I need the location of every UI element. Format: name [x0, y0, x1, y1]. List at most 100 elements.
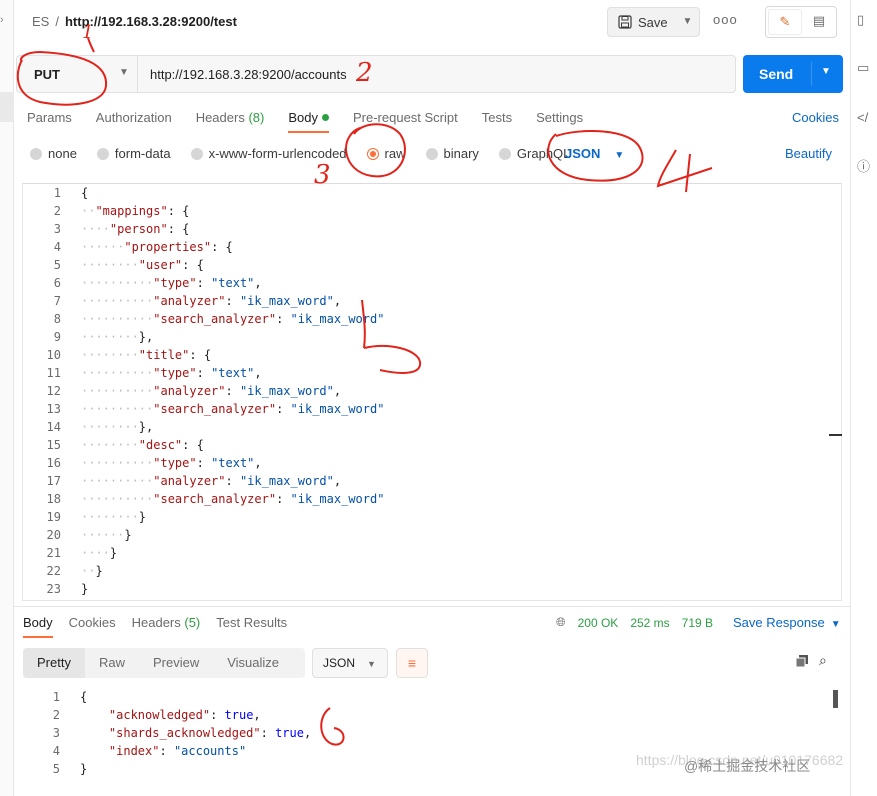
sidebar-selected-item[interactable]: [0, 92, 14, 122]
response-tab-test-results[interactable]: Test Results: [216, 615, 287, 638]
annotation-number-1: 1: [82, 22, 94, 43]
line-number: 23: [46, 582, 61, 596]
editor-scrollbar[interactable]: [829, 434, 842, 436]
response-format-tabs: Pretty Raw Preview Visualize: [23, 648, 305, 678]
collection-name[interactable]: ES: [32, 14, 49, 29]
view-mode-toggle: ✎ ▤: [765, 6, 837, 38]
response-tab-cookies[interactable]: Cookies: [69, 615, 116, 638]
comments-icon[interactable]: ▭: [857, 60, 869, 76]
line-number: 13: [46, 402, 61, 416]
more-options-button[interactable]: ooo: [713, 12, 738, 27]
code-text: ··········"analyzer": "ik_max_word",: [81, 384, 342, 398]
code-text: }: [81, 582, 89, 596]
line-number: 5: [53, 258, 61, 272]
code-text: ··········"type": "text",: [81, 276, 262, 290]
radio-raw[interactable]: raw: [366, 146, 406, 161]
response-size[interactable]: 719 B: [682, 616, 713, 630]
response-tab-headers-count: (5): [184, 615, 201, 630]
code-text: ··········"search_analyzer": "ik_max_wor…: [81, 312, 385, 326]
comment-icon[interactable]: ▤: [804, 9, 834, 35]
code-text: "shards_acknowledged": true,: [108, 726, 312, 740]
code-text: ······"properties": {: [81, 240, 233, 254]
response-format-value: JSON: [323, 656, 356, 670]
code-text: ········}: [81, 510, 147, 524]
code-text: ··········"analyzer": "ik_max_word",: [81, 474, 342, 488]
format-tab-pretty[interactable]: Pretty: [23, 648, 85, 678]
line-number: 22: [46, 564, 61, 578]
line-number: 17: [46, 474, 61, 488]
sidebar-caret-icon[interactable]: ›: [0, 14, 4, 26]
left-sidebar-edge: ›: [0, 0, 14, 796]
chevron-down-icon: ▼: [367, 659, 376, 669]
tab-body[interactable]: Body: [288, 110, 329, 133]
save-label: Save: [638, 14, 668, 30]
tab-tests[interactable]: Tests: [482, 110, 512, 133]
body-type-options: none form-data x-www-form-urlencoded raw…: [30, 146, 590, 161]
line-number: 5: [52, 762, 60, 776]
send-label: Send: [759, 66, 794, 82]
url-input[interactable]: http://192.168.3.28:9200/accounts: [138, 55, 736, 93]
response-scrollbar[interactable]: [833, 690, 838, 708]
beautify-link[interactable]: Beautify: [785, 146, 832, 161]
response-tab-headers[interactable]: Headers (5): [132, 615, 201, 638]
radio-binary[interactable]: binary: [425, 146, 479, 161]
tab-authorization[interactable]: Authorization: [96, 110, 172, 133]
line-number: 7: [53, 294, 61, 308]
cookies-link[interactable]: Cookies: [792, 110, 839, 125]
radio-x-www-form-urlencoded[interactable]: x-www-form-urlencoded: [190, 146, 347, 161]
format-tab-preview[interactable]: Preview: [139, 648, 213, 678]
code-text: ········"title": {: [81, 348, 212, 362]
line-number: 18: [46, 492, 61, 506]
method-value: PUT: [34, 67, 60, 82]
line-number: 10: [46, 348, 61, 362]
code-text: ······}: [81, 528, 132, 542]
status-badge[interactable]: 200 OK: [578, 616, 619, 630]
edit-pencil-icon[interactable]: ✎: [768, 9, 802, 35]
info-icon[interactable]: ⓘ: [857, 156, 870, 175]
radio-label: raw: [384, 146, 406, 161]
response-tab-headers-label: Headers: [131, 615, 181, 630]
search-icon[interactable]: ⌕: [819, 652, 827, 669]
send-button[interactable]: Send ▼: [743, 55, 843, 93]
save-options-chevron-icon[interactable]: ▼: [676, 7, 700, 37]
line-number: 3: [53, 222, 61, 236]
request-body-editor[interactable]: 1 {2 ··"mappings": {3 ····"person": {4 ·····…: [22, 183, 842, 601]
radio-form-data[interactable]: form-data: [96, 146, 171, 161]
line-number: 8: [53, 312, 61, 326]
method-select[interactable]: PUT ▼: [16, 55, 138, 93]
send-options-chevron-icon[interactable]: ▼: [821, 66, 831, 77]
format-tab-visualize[interactable]: Visualize: [213, 648, 293, 678]
save-button[interactable]: Save: [607, 7, 677, 37]
format-tab-raw[interactable]: Raw: [85, 648, 139, 678]
watermark-brand: @稀土掘金技术社区: [684, 758, 811, 774]
line-number: 4: [52, 744, 60, 758]
tab-pre-request-script[interactable]: Pre-request Script: [353, 110, 458, 133]
response-divider[interactable]: [14, 606, 850, 607]
radio-circle-icon: [96, 147, 109, 160]
body-format-value: JSON: [565, 146, 601, 161]
response-tab-body[interactable]: Body: [23, 615, 53, 638]
radio-label: none: [48, 146, 77, 161]
documentation-icon[interactable]: ▯: [857, 12, 864, 28]
copy-icon[interactable]: [795, 654, 809, 668]
code-icon[interactable]: </: [857, 110, 868, 125]
tab-headers[interactable]: Headers (8): [196, 110, 265, 133]
globe-icon[interactable]: 🌐︎: [556, 615, 566, 630]
response-time[interactable]: 252 ms: [630, 616, 669, 630]
radio-graphql[interactable]: GraphQL: [498, 146, 570, 161]
response-meta: 🌐︎ 200 OK 252 ms 719 B: [556, 615, 725, 630]
radio-circle-icon: [30, 147, 42, 160]
tab-settings[interactable]: Settings: [536, 110, 583, 133]
code-text: ········},: [81, 330, 154, 344]
save-response-button[interactable]: Save Response ▼: [733, 615, 841, 630]
tab-body-label: Body: [288, 110, 318, 125]
tab-params[interactable]: Params: [27, 110, 72, 133]
wrap-lines-icon[interactable]: ≡: [396, 648, 428, 678]
radio-selected-icon: [366, 147, 379, 160]
body-modified-dot: [321, 114, 329, 121]
chevron-down-icon: ▼: [830, 619, 841, 630]
body-format-dropdown[interactable]: JSON ▼: [565, 146, 624, 161]
radio-none[interactable]: none: [30, 146, 77, 161]
line-number: 16: [46, 456, 61, 470]
response-format-dropdown[interactable]: JSON ▼: [312, 648, 388, 678]
